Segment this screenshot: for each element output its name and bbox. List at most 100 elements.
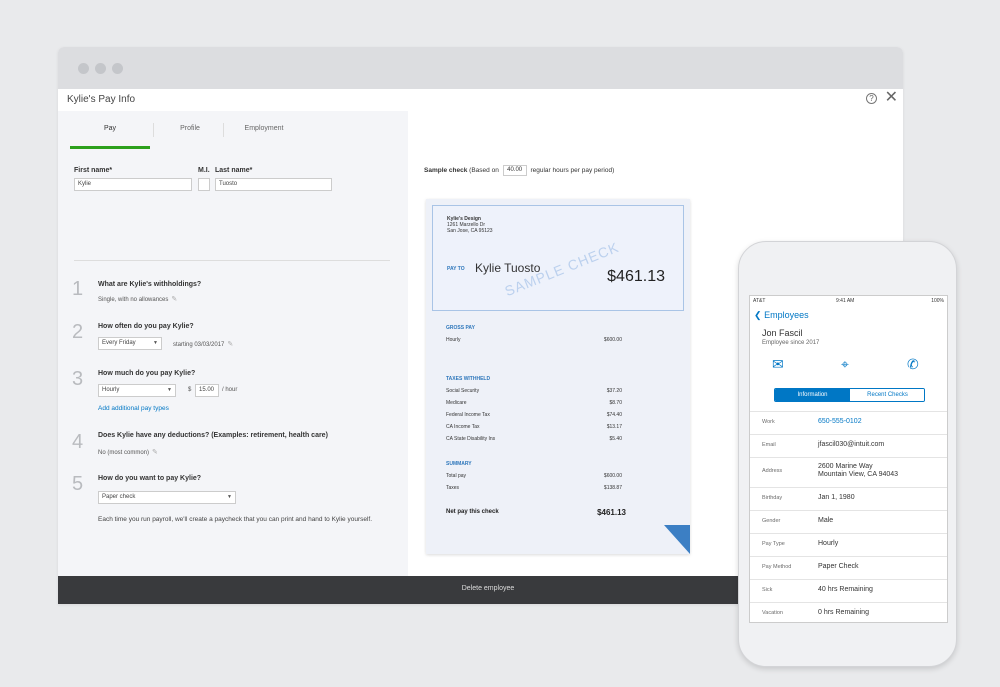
summary-title: SUMMARY xyxy=(446,461,472,467)
form-divider xyxy=(74,260,390,261)
tab-pay[interactable]: Pay xyxy=(70,119,150,149)
detail-row[interactable]: Email jfascil030@intuit.com xyxy=(750,434,947,457)
row-label: CA Income Tax xyxy=(446,424,480,430)
pay-method-select[interactable]: Paper check ▼ xyxy=(98,491,236,504)
phone-screen: AT&T 9:41 AM 100% ❮ Employees Jon Fascil… xyxy=(749,295,948,623)
row-value: $600.00 xyxy=(603,337,622,343)
mail-icon[interactable]: ✉ xyxy=(772,356,784,373)
tax-row: Federal Income Tax $74.40 xyxy=(446,412,622,418)
detail-key: Pay Method xyxy=(762,564,792,570)
row-label: Social Security xyxy=(446,388,480,394)
row-value: $74.40 xyxy=(606,412,622,418)
detail-value: Male xyxy=(818,517,834,524)
detail-row[interactable]: Address 2600 Marine Way Mountain View, CA … xyxy=(750,457,947,487)
detail-value: 40 hrs Remaining xyxy=(818,586,873,593)
deductions-question: Does Kylie have any deductions? (Example… xyxy=(98,432,328,439)
tax-row: Social Security $37.20 xyxy=(446,388,622,394)
sample-check-title: Sample check xyxy=(424,167,468,175)
back-label: Employees xyxy=(764,310,809,320)
detail-key: Work xyxy=(762,419,775,425)
address-line: 2600 Marine Way xyxy=(818,463,873,470)
company-address: Kylie's Design 1261 Marzello Dr San Jose… xyxy=(447,216,493,234)
hours-input[interactable]: 40.00 xyxy=(502,165,527,176)
row-value: $5.40 xyxy=(609,436,622,442)
tab-employment[interactable]: Employment xyxy=(226,119,302,149)
net-pay-label: Net pay this check xyxy=(446,509,499,515)
detail-value[interactable]: 650-555-0102 xyxy=(818,418,862,426)
detail-value: jfascil030@intuit.com xyxy=(818,441,885,448)
delete-employee-button[interactable]: Delete employee xyxy=(408,585,568,592)
location-pin-icon[interactable]: ⌖ xyxy=(841,356,849,373)
detail-key: Address xyxy=(762,468,783,474)
segment-recent-checks[interactable]: Recent Checks xyxy=(850,389,924,401)
address-line: Mountain View, CA 94043 xyxy=(818,471,899,478)
middle-initial-input[interactable] xyxy=(198,178,210,191)
pay-method-value: Paper check xyxy=(102,494,136,500)
net-pay-value: $461.13 xyxy=(597,508,626,517)
pay-frequency-value: Every Friday xyxy=(102,340,136,346)
detail-key: Sick xyxy=(762,587,773,593)
phone-icon[interactable]: ✆ xyxy=(907,356,919,373)
withholdings-question: What are Kylie's withholdings? xyxy=(98,281,202,288)
row-label: Federal Income Tax xyxy=(446,412,490,418)
panel-titlebar: Kylie's Pay Info ? ✕ xyxy=(58,89,903,111)
page-fold-corner xyxy=(664,525,690,554)
back-button[interactable]: ❮ Employees xyxy=(754,310,809,321)
first-name-label: First name* xyxy=(74,167,113,174)
pay-method-question: How do you want to pay Kylie? xyxy=(98,475,202,482)
detail-row[interactable]: Work 650-555-0102 xyxy=(750,411,947,434)
window-dot-icon[interactable] xyxy=(112,63,123,74)
detail-row[interactable]: Vacation 0 hrs Remaining xyxy=(750,602,947,622)
chevron-down-icon: ▼ xyxy=(167,387,172,393)
pay-rate-input[interactable]: 15.00 xyxy=(195,384,219,397)
detail-value: 2600 Marine Way Mountain View, CA 94043 xyxy=(818,463,898,479)
row-value: $37.20 xyxy=(606,388,622,394)
row-label: Total pay xyxy=(446,473,467,479)
pay-type-value: Hourly xyxy=(102,387,120,393)
tab-profile[interactable]: Profile xyxy=(158,119,222,149)
tab-bar: Pay Profile Employment xyxy=(64,119,392,149)
add-pay-types-link[interactable]: Add additional pay types xyxy=(98,405,169,412)
last-name-input[interactable]: Tuosto xyxy=(215,178,332,191)
withholdings-value: Single, with no allowances xyxy=(98,297,169,303)
detail-key: Birthday xyxy=(762,495,783,501)
pencil-icon[interactable]: ✎ xyxy=(171,296,177,303)
detail-key: Gender xyxy=(762,518,781,524)
pay-frequency-select[interactable]: Every Friday ▼ xyxy=(98,337,162,350)
segment-information[interactable]: Information xyxy=(775,389,850,401)
check-amount: $461.13 xyxy=(607,268,665,285)
close-icon[interactable]: ✕ xyxy=(885,89,898,107)
pay-start-date[interactable]: starting 03/03/2017 ✎ xyxy=(173,340,233,348)
detail-row[interactable]: Pay Type Hourly xyxy=(750,533,947,556)
pay-type-select[interactable]: Hourly ▼ xyxy=(98,384,176,397)
step-number: 3 xyxy=(72,368,84,390)
detail-row[interactable]: Birthday Jan 1, 1980 xyxy=(750,487,947,510)
row-label: CA State Disability Ins xyxy=(446,436,496,442)
caption-pre: (Based on xyxy=(469,167,499,175)
pay-method-note: Each time you run payroll, we'll create … xyxy=(98,516,373,523)
employee-profile: Jon Fascil Employee since 2017 xyxy=(750,326,947,352)
detail-row[interactable]: Pay Method Paper Check xyxy=(750,556,947,579)
step-number: 5 xyxy=(72,473,84,495)
pencil-icon[interactable]: ✎ xyxy=(152,449,158,456)
row-label: Taxes xyxy=(446,485,460,491)
withholdings-answer[interactable]: Single, with no allowances ✎ xyxy=(98,295,177,303)
first-name-input[interactable]: Kylie xyxy=(74,178,192,191)
row-value: $138.87 xyxy=(603,485,622,491)
window-dot-icon[interactable] xyxy=(95,63,106,74)
step-number: 1 xyxy=(72,278,84,300)
tax-row: CA Income Tax $13.17 xyxy=(446,424,622,430)
pencil-icon[interactable]: ✎ xyxy=(227,341,233,348)
pay-rate-unit: / hour xyxy=(222,387,238,393)
payee-name: Kylie Tuosto xyxy=(475,261,541,275)
detail-row[interactable]: Sick 40 hrs Remaining xyxy=(750,579,947,602)
detail-row[interactable]: Gender Male xyxy=(750,510,947,533)
check-face: Kylie's Design 1261 Marzello Dr San Jose… xyxy=(432,205,684,311)
company-address-line: San Jose, CA 95123 xyxy=(447,228,493,234)
pay-amount-question: How much do you pay Kylie? xyxy=(98,370,196,377)
window-dot-icon[interactable] xyxy=(78,63,89,74)
phone-mockup: AT&T 9:41 AM 100% ❮ Employees Jon Fascil… xyxy=(738,241,957,667)
tab-divider xyxy=(223,123,224,137)
help-icon[interactable]: ? xyxy=(866,93,877,104)
deductions-answer[interactable]: No (most common) ✎ xyxy=(98,448,158,456)
